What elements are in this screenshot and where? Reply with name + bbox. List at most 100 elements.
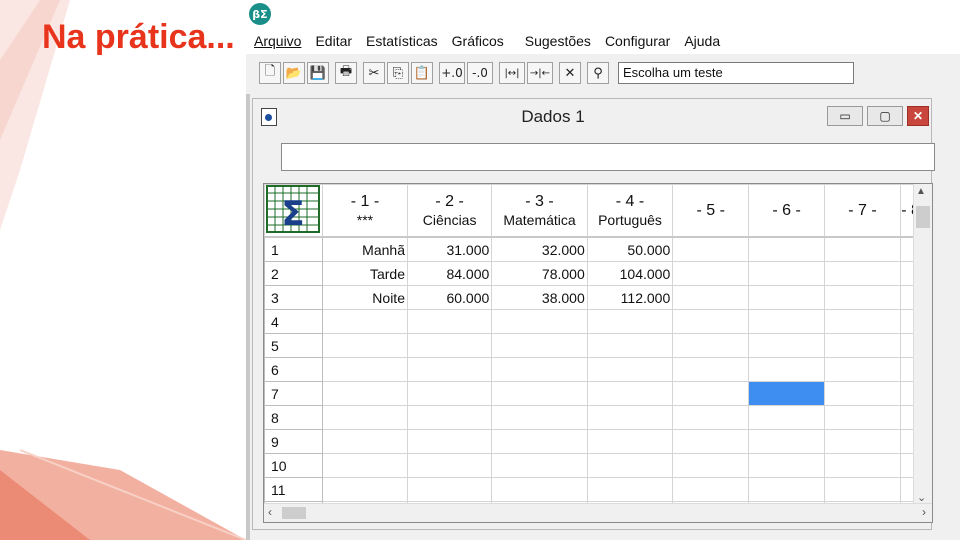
grid-cell[interactable] <box>672 333 750 358</box>
restore-button[interactable]: ▢ <box>867 106 903 126</box>
grid-cell[interactable] <box>672 381 750 406</box>
widen-column-icon[interactable]: |↔| <box>499 62 525 84</box>
grid-cell[interactable] <box>491 309 588 334</box>
grid-cell[interactable] <box>824 309 901 334</box>
remove-decimal-icon[interactable]: -.0 <box>467 62 493 84</box>
grid-cell[interactable] <box>824 429 901 454</box>
save-icon[interactable]: 💾 <box>307 62 329 84</box>
close-button[interactable]: ✕ <box>907 106 929 126</box>
col-header[interactable]: - 6 - <box>748 184 826 238</box>
vertical-scroll-thumb[interactable] <box>916 206 930 228</box>
grid-cell[interactable] <box>748 236 826 262</box>
grid-cell[interactable] <box>672 285 750 310</box>
add-decimal-icon[interactable]: +.0 <box>439 62 465 84</box>
grid-cell[interactable] <box>406 429 493 454</box>
grid-cell[interactable] <box>491 405 588 430</box>
grid-cell[interactable] <box>748 405 826 430</box>
grid-cell[interactable] <box>748 381 826 406</box>
menu-estatisticas[interactable]: Estatísticas <box>359 33 445 49</box>
grid-cell[interactable]: 84.000 <box>406 261 493 286</box>
grid-cell[interactable] <box>672 453 750 478</box>
grid-cell[interactable] <box>748 453 826 478</box>
grid-cell[interactable] <box>672 429 750 454</box>
menu-arquivo[interactable]: Arquivo <box>246 33 308 49</box>
grid-cell[interactable] <box>491 357 588 382</box>
grid-cell[interactable] <box>491 453 588 478</box>
grid-cell[interactable] <box>748 429 826 454</box>
grid-cell[interactable] <box>672 261 750 286</box>
row-header[interactable]: 5 <box>264 333 323 358</box>
row-header[interactable]: 10 <box>264 453 323 478</box>
grid-cell[interactable] <box>824 381 901 406</box>
binoculars-icon[interactable]: ⚲ <box>587 62 609 84</box>
horizontal-scrollbar[interactable]: ‹ › <box>264 503 932 522</box>
row-header[interactable]: 2 <box>264 261 323 286</box>
grid-cell[interactable] <box>748 261 826 286</box>
grid-cell[interactable] <box>586 453 674 478</box>
col-header[interactable]: - 3 - Matemática <box>491 184 588 238</box>
menu-configurar[interactable]: Configurar <box>598 33 677 49</box>
grid-cell[interactable] <box>748 477 826 502</box>
grid-cell[interactable] <box>406 357 493 382</box>
col-header[interactable]: - 5 - <box>672 184 750 238</box>
grid-cell[interactable]: 112.000 <box>586 285 674 310</box>
grid-cell[interactable]: 60.000 <box>406 285 493 310</box>
grid-cell[interactable] <box>586 477 674 502</box>
narrow-column-icon[interactable]: →|← <box>527 62 553 84</box>
grid-cell[interactable] <box>748 333 826 358</box>
grid-cell[interactable] <box>824 453 901 478</box>
scroll-left-icon[interactable]: ‹ <box>268 505 272 519</box>
grid-cell[interactable]: Tarde <box>321 261 408 286</box>
grid-cell[interactable] <box>672 357 750 382</box>
cell-edit-field[interactable] <box>281 143 935 171</box>
grid-cell[interactable] <box>586 405 674 430</box>
row-header[interactable]: 4 <box>264 309 323 334</box>
row-header[interactable]: 6 <box>264 357 323 382</box>
grid-cell[interactable] <box>748 285 826 310</box>
grid-cell[interactable] <box>672 236 750 262</box>
grid-cell[interactable] <box>491 333 588 358</box>
menu-graficos[interactable]: Gráficos <box>445 33 511 49</box>
grid-cell[interactable] <box>406 309 493 334</box>
grid-cell[interactable]: 78.000 <box>491 261 588 286</box>
grid-cell[interactable]: 50.000 <box>586 236 674 262</box>
grid-cell[interactable]: 38.000 <box>491 285 588 310</box>
new-file-icon[interactable]: 🗋 <box>259 62 281 84</box>
row-header[interactable]: 3 <box>264 285 323 310</box>
grid-cell[interactable] <box>586 381 674 406</box>
grid-cell[interactable] <box>406 333 493 358</box>
grid-cell[interactable] <box>406 453 493 478</box>
row-header[interactable]: 7 <box>264 381 323 406</box>
grid-cell[interactable] <box>321 477 408 502</box>
grid-cell[interactable] <box>824 405 901 430</box>
grid-cell[interactable]: Noite <box>321 285 408 310</box>
grid-cell[interactable] <box>491 429 588 454</box>
grid-cell[interactable]: 32.000 <box>491 236 588 262</box>
delete-icon[interactable]: ✕ <box>559 62 581 84</box>
grid-cell[interactable]: Manhã <box>321 236 408 262</box>
grid-cell[interactable] <box>748 309 826 334</box>
grid-cell[interactable] <box>824 333 901 358</box>
grid-cell[interactable] <box>586 357 674 382</box>
scroll-right-icon[interactable]: › <box>922 505 926 519</box>
grid-cell[interactable] <box>824 261 901 286</box>
copy-icon[interactable]: ⎘ <box>387 62 409 84</box>
row-header[interactable]: 9 <box>264 429 323 454</box>
test-select[interactable]: Escolha um teste <box>618 62 854 84</box>
col-header[interactable]: - 4 - Português <box>586 184 674 238</box>
paste-icon[interactable]: 📋 <box>411 62 433 84</box>
grid-cell[interactable] <box>672 477 750 502</box>
grid-cell[interactable] <box>406 405 493 430</box>
grid-cell[interactable] <box>321 381 408 406</box>
grid-cell[interactable] <box>406 477 493 502</box>
print-icon[interactable]: 🖶 <box>335 62 357 84</box>
menu-ajuda[interactable]: Ajuda <box>677 33 727 49</box>
grid-cell[interactable] <box>491 477 588 502</box>
minimize-button[interactable]: ▭ <box>827 106 863 126</box>
grid-cell[interactable] <box>491 381 588 406</box>
open-folder-icon[interactable]: 📂 <box>283 62 305 84</box>
vertical-scrollbar[interactable]: ▲ ⌄ <box>913 184 932 506</box>
grid-cell[interactable] <box>321 405 408 430</box>
grid-cell[interactable] <box>321 333 408 358</box>
grid-cell[interactable]: 31.000 <box>406 236 493 262</box>
